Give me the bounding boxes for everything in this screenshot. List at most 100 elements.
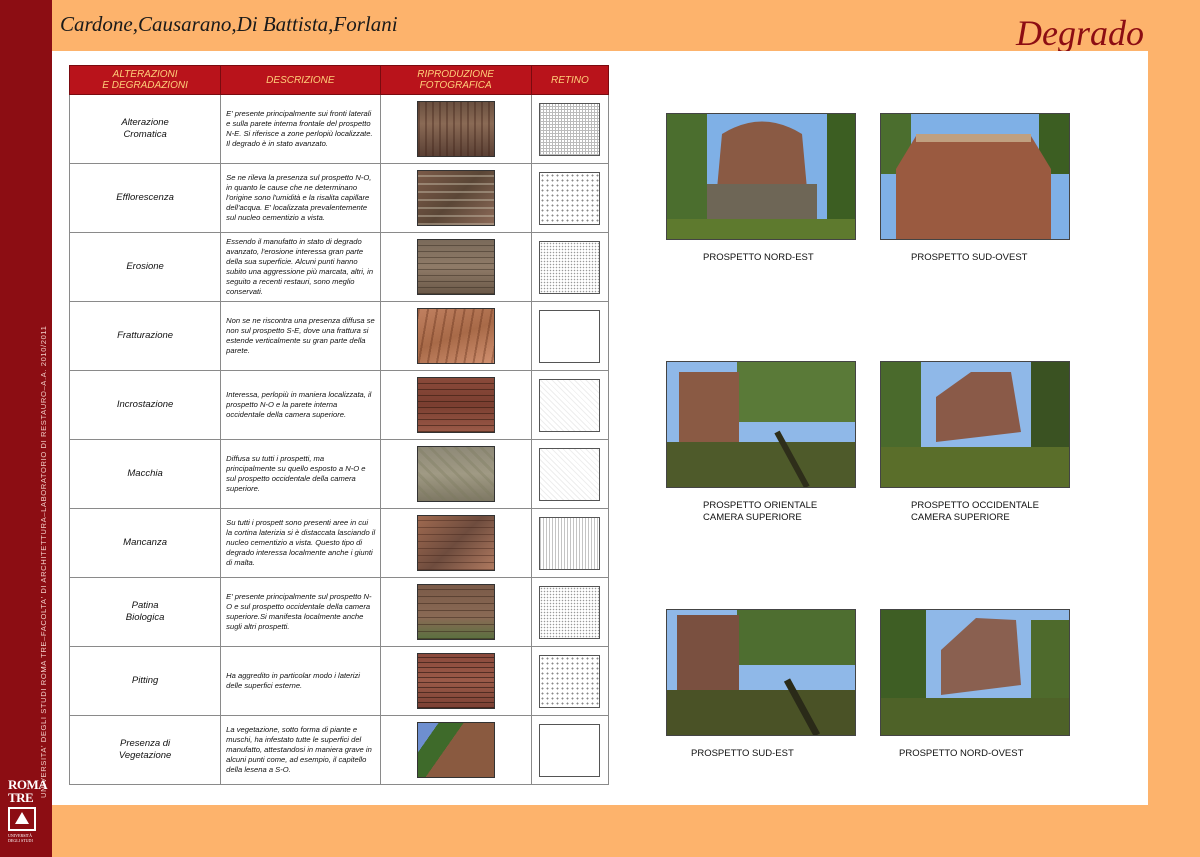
table-row: Alterazione Cromatica E' presente principa… <box>68 94 610 164</box>
university-logo: ROMA TRE UNIVERSITÀ DEGLI STUDI <box>8 778 48 844</box>
photo-caption-text: PROSPETTO ORIENTALE CAMERA SUPERIORE <box>703 500 818 523</box>
photo-cell <box>379 577 532 647</box>
table-row: Fratturazione Non se ne riscontra una pre… <box>68 301 610 371</box>
table-header-label: RETINO <box>550 74 589 86</box>
hatch-cell <box>530 94 610 164</box>
degradation-name: Alterazione Cromatica <box>68 94 222 164</box>
degradation-description: Diffusa su tutti i prospetti, ma princip… <box>220 439 381 509</box>
hatch-swatch <box>539 516 601 570</box>
degradation-description: Se ne rileva la presenza sul prospetto N… <box>220 163 381 233</box>
photo-cell <box>379 715 532 785</box>
hatch-swatch <box>539 309 601 363</box>
degradation-name: Fratturazione <box>68 301 222 371</box>
degradation-description: Interessa, perlopiù in maniera localizza… <box>220 370 381 440</box>
photo-prospetto-occidentale <box>880 361 1070 488</box>
photo-cell <box>379 508 532 578</box>
caption-prospetto-orientale: PROSPETTO ORIENTALE CAMERA SUPERIORE <box>703 500 817 524</box>
hatch-swatch <box>539 723 601 777</box>
table-row: Erosione Essendo il manufatto in stato di… <box>68 232 610 302</box>
table-row: Macchia Diffusa su tutti i prospetti, ma … <box>68 439 610 509</box>
texture-photo <box>416 308 495 364</box>
hatch-cell <box>530 232 610 302</box>
hatch-cell <box>530 508 610 578</box>
texture-photo <box>416 446 495 502</box>
table-header-label: DESCRIZIONE <box>266 74 335 86</box>
caption-prospetto-sud-ovest: PROSPETTO SUD-OVEST <box>911 252 1027 264</box>
table-row: Mancanza Su tutti i prospett sono present… <box>68 508 610 578</box>
table-row: Patina Biologica E' presente principalment… <box>68 577 610 647</box>
degradation-name: Pitting <box>68 646 222 716</box>
texture-photo <box>416 101 495 157</box>
caption-prospetto-sud-est: PROSPETTO SUD-EST <box>691 748 794 760</box>
hatch-swatch <box>539 654 601 708</box>
caption-prospetto-nord-est: PROSPETTO NORD-EST <box>703 252 814 264</box>
credits-line-1: UNIVERSITA' DEGLI STUDI ROMA TRE–FACOLTA… <box>39 325 48 799</box>
hatch-cell <box>530 439 610 509</box>
table-header-label: ALTERAZIONI E DEGRADAZIONI <box>102 69 188 91</box>
photo-cell <box>379 439 532 509</box>
photo-caption-text: PROSPETTO SUD-EST <box>691 748 794 759</box>
degradation-description: Ha aggredito in particolar modo i lateri… <box>220 646 381 716</box>
caption-prospetto-occidentale: PROSPETTO OCCIDENTALE CAMERA SUPERIORE <box>911 500 1039 524</box>
hatch-swatch <box>539 240 601 294</box>
degradation-name: Erosione <box>68 232 222 302</box>
hatch-swatch <box>539 447 601 501</box>
degradation-description: E' presente principalmente sul prospetto… <box>220 577 381 647</box>
logo-line-2: TRE <box>8 790 34 805</box>
photo-caption-text: PROSPETTO NORD-OVEST <box>899 748 1024 759</box>
texture-photo <box>416 515 495 571</box>
table-body: Alterazione Cromatica E' presente principa… <box>68 94 610 785</box>
hatch-cell <box>530 163 610 233</box>
photo-caption-text: PROSPETTO SUD-OVEST <box>911 252 1028 263</box>
table-row: Efflorescenza Se ne rileva la presenza su… <box>68 163 610 233</box>
hatch-cell <box>530 646 610 716</box>
photo-cell <box>379 370 532 440</box>
photo-cell <box>379 163 532 233</box>
texture-photo <box>416 170 495 226</box>
photo-cell <box>379 232 532 302</box>
hatch-swatch <box>539 171 601 225</box>
photo-prospetto-sud-est <box>666 609 856 736</box>
degradation-table: ALTERAZIONI E DEGRADAZIONI DESCRIZIONE RI… <box>68 65 610 785</box>
sidebar-band: UNIVERSITA' DEGLI STUDI ROMA TRE–FACOLTA… <box>0 0 59 857</box>
photo-caption-text: PROSPETTO NORD-EST <box>703 252 814 263</box>
caption-prospetto-nord-ovest: PROSPETTO NORD-OVEST <box>899 748 1023 760</box>
texture-photo <box>416 584 495 640</box>
photo-prospetto-nord-est <box>666 113 856 240</box>
degradation-description: La vegetazione, sotto forma di piante e … <box>220 715 381 785</box>
photo-prospetto-orientale <box>666 361 856 488</box>
hatch-cell <box>530 370 610 440</box>
header-alterazioni: ALTERAZIONI E DEGRADAZIONI <box>68 65 222 95</box>
photo-cell <box>379 94 532 164</box>
authors-heading: Cardone,Causarano,Di Battista,Forlani <box>60 12 398 36</box>
texture-photo <box>416 722 495 778</box>
degradation-name: Patina Biologica <box>68 577 222 647</box>
photo-cell <box>379 646 532 716</box>
table-row: Incrostazione Interessa, perlopiù in mani… <box>68 370 610 440</box>
table-header-label: RIPRODUZIONE FOTOGRAFICA <box>417 69 494 91</box>
logo-subtitle: UNIVERSITÀ DEGLI STUDI <box>8 833 33 843</box>
photo-caption-text: PROSPETTO OCCIDENTALE CAMERA SUPERIORE <box>911 500 1039 523</box>
header-retino: RETINO <box>530 65 610 95</box>
hatch-swatch <box>539 102 601 156</box>
degradation-name: Mancanza <box>68 508 222 578</box>
hatch-swatch <box>539 585 601 639</box>
degradation-description: Su tutti i prospett sono presenti aree i… <box>220 508 381 578</box>
photo-prospetto-nord-ovest <box>880 609 1070 736</box>
header-riproduzione: RIPRODUZIONE FOTOGRAFICA <box>379 65 532 95</box>
photo-prospetto-sud-ovest <box>880 113 1070 240</box>
degradation-name: Macchia <box>68 439 222 509</box>
table-row: Presenza di Vegetazione La vegetazione, so… <box>68 715 610 785</box>
table-header-row: ALTERAZIONI E DEGRADAZIONI DESCRIZIONE RI… <box>68 65 610 95</box>
hatch-cell <box>530 301 610 371</box>
degradation-description: E' presente principalmente sui fronti la… <box>220 94 381 164</box>
hatch-cell <box>530 577 610 647</box>
texture-photo <box>416 239 495 295</box>
degradation-name: Presenza di Vegetazione <box>68 715 222 785</box>
page-title: Degrado <box>1016 13 1144 53</box>
degradation-description: Non se ne riscontra una presenza diffusa… <box>220 301 381 371</box>
hatch-swatch <box>539 378 601 432</box>
photo-cell <box>379 301 532 371</box>
degradation-description: Essendo il manufatto in stato di degrado… <box>220 232 381 302</box>
logo-emblem-icon <box>8 807 36 831</box>
